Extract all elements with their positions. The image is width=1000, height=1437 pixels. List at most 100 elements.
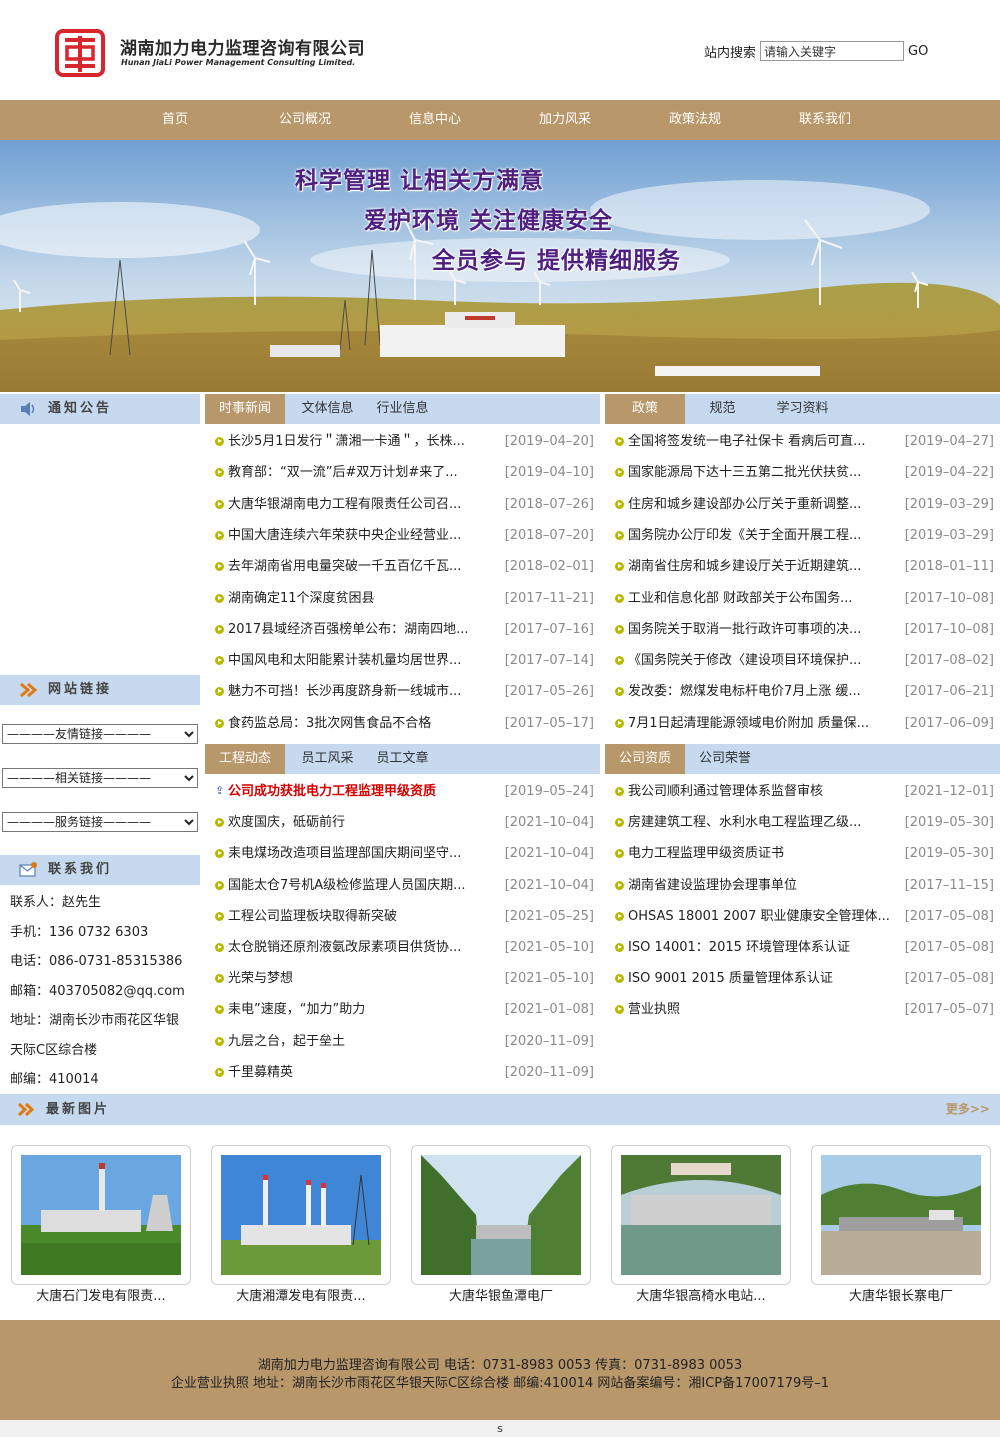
photo-card[interactable]	[611, 1145, 791, 1285]
list-item-title[interactable]: 全国将签发统一电子社保卡 看病后可直...	[628, 427, 866, 456]
list-item[interactable]: 大唐华银湖南电力工程有限责任公司召... [2018–07–26]	[205, 490, 600, 521]
list-item-title[interactable]: 发改委：燃煤发电标杆电价7月上涨 缓...	[628, 677, 861, 706]
list-item[interactable]: ⇪ 公司成功获批电力工程监理甲级资质 [2019–05–24]	[205, 777, 600, 808]
nav-item-policy[interactable]: 政策法规	[669, 100, 721, 140]
nav-item-info[interactable]: 信息中心	[409, 100, 461, 140]
list-item-title[interactable]: OHSAS 18001 2007 职业健康安全管理体...	[628, 902, 890, 931]
tab-project-news[interactable]: 工程动态	[205, 744, 285, 774]
tab-culture-news[interactable]: 文体信息	[285, 394, 370, 424]
search-input[interactable]	[760, 41, 905, 61]
photo-card[interactable]	[811, 1145, 991, 1285]
list-item[interactable]: 全国将签发统一电子社保卡 看病后可直... [2019–04–27]	[605, 427, 1000, 458]
photo-caption[interactable]: 大唐华银长寨电厂	[811, 1285, 991, 1304]
list-item[interactable]: 2017县域经济百强榜单公布：湖南四地... [2017–07–16]	[205, 615, 600, 646]
list-item[interactable]: ISO 9001 2015 质量管理体系认证 [2017–05–08]	[605, 964, 1000, 995]
list-item[interactable]: 国家能源局下达十三五第二批光伏扶贫... [2019–04–22]	[605, 458, 1000, 489]
tab-standards[interactable]: 规范	[685, 394, 760, 424]
tab-staff-style[interactable]: 员工风采	[285, 744, 370, 774]
list-item-title[interactable]: 去年湖南省用电量突破一千五百亿千瓦...	[228, 552, 461, 581]
list-item-title[interactable]: 光荣与梦想	[228, 964, 293, 993]
company-logo-icon[interactable]	[54, 28, 106, 78]
list-item[interactable]: 工程公司监理板块取得新突破 [2021–05–25]	[205, 902, 600, 933]
list-item[interactable]: 我公司顺利通过管理体系监督审核 [2021–12–01]	[605, 777, 1000, 808]
list-item-title[interactable]: 耒电”速度，“加力”助力	[228, 995, 365, 1024]
list-item[interactable]: OHSAS 18001 2007 职业健康安全管理体... [2017–05–08…	[605, 902, 1000, 933]
list-item-title[interactable]: 湖南省建设监理协会理事单位	[628, 871, 797, 900]
list-item-title[interactable]: 中国大唐连续六年荣获中央企业经营业...	[228, 521, 461, 550]
list-item-title[interactable]: 长沙5月1日发行＂潇湘一卡通＂，长株...	[228, 427, 465, 456]
list-item-title[interactable]: 魅力不可挡！长沙再度跻身新一线城市...	[228, 677, 461, 706]
list-item[interactable]: 住房和城乡建设部办公厅关于重新调整... [2019–03–29]	[605, 490, 1000, 521]
tab-qualifications[interactable]: 公司资质	[605, 744, 685, 774]
photo-card[interactable]	[411, 1145, 591, 1285]
list-item-title[interactable]: 《国务院关于修改〈建设项目环境保护...	[628, 646, 861, 675]
photos-more-link[interactable]: 更多>>	[946, 1094, 990, 1125]
list-item[interactable]: 营业执照 [2017–05–07]	[605, 995, 1000, 1026]
nav-item-contact[interactable]: 联系我们	[799, 100, 851, 140]
list-item[interactable]: 湖南确定11个深度贫困县 [2017–11–21]	[205, 584, 600, 615]
list-item[interactable]: 发改委：燃煤发电标杆电价7月上涨 缓... [2017–06–21]	[605, 677, 1000, 708]
list-item[interactable]: 欢度国庆，砥砺前行 [2021–10–04]	[205, 808, 600, 839]
list-item[interactable]: 国务院关于取消一批行政许可事项的决... [2017–10–08]	[605, 615, 1000, 646]
tab-policy[interactable]: 政策	[605, 394, 685, 424]
photo-caption[interactable]: 大唐石门发电有限责...	[11, 1285, 191, 1304]
list-item[interactable]: 食药监总局：3批次网售食品不合格 [2017–05–17]	[205, 709, 600, 740]
list-item-title[interactable]: 电力工程监理甲级资质证书	[628, 839, 784, 868]
list-item-title[interactable]: 太仓脱销还原剂液氨改尿素项目供货协...	[228, 933, 461, 962]
list-item-title[interactable]: 7月1日起清理能源领域电价附加 质量保...	[628, 709, 869, 738]
list-item-title[interactable]: 我公司顺利通过管理体系监督审核	[628, 777, 823, 806]
list-item-title[interactable]: 国务院关于取消一批行政许可事项的决...	[628, 615, 861, 644]
related-links-select[interactable]: ————相关链接————	[2, 768, 198, 788]
list-item-title[interactable]: 千里募精英	[228, 1058, 293, 1087]
nav-item-company[interactable]: 公司概况	[279, 100, 331, 140]
list-item[interactable]: 中国风电和太阳能累计装机量均居世界... [2017–07–14]	[205, 646, 600, 677]
list-item-title[interactable]: 工程公司监理板块取得新突破	[228, 902, 397, 931]
tab-industry-news[interactable]: 行业信息	[365, 394, 440, 424]
list-item[interactable]: 耒电”速度，“加力”助力 [2021–01–08]	[205, 995, 600, 1026]
list-item-title[interactable]: ISO 14001：2015 环境管理体系认证	[628, 933, 850, 962]
friend-links-select[interactable]: ————友情链接————	[2, 724, 198, 744]
list-item[interactable]: 耒电煤场改造项目监理部国庆期间坚守... [2021–10–04]	[205, 839, 600, 870]
photo-caption[interactable]: 大唐华银高椅水电站...	[611, 1285, 791, 1304]
list-item[interactable]: 湖南省住房和城乡建设厅关于近期建筑... [2018–01–11]	[605, 552, 1000, 583]
list-item[interactable]: 魅力不可挡！长沙再度跻身新一线城市... [2017–05–26]	[205, 677, 600, 708]
list-item-title[interactable]: 湖南确定11个深度贫困县	[228, 584, 375, 613]
list-item-title[interactable]: 耒电煤场改造项目监理部国庆期间坚守...	[228, 839, 461, 868]
list-item-title[interactable]: 公司成功获批电力工程监理甲级资质	[228, 777, 436, 806]
list-item-title[interactable]: 营业执照	[628, 995, 680, 1024]
list-item[interactable]: 国务院办公厅印发《关于全面开展工程... [2019–03–29]	[605, 521, 1000, 552]
list-item-title[interactable]: 九层之台，起于垒土	[228, 1027, 345, 1056]
tab-current-news[interactable]: 时事新闻	[205, 394, 285, 424]
nav-item-style[interactable]: 加力风采	[539, 100, 591, 140]
list-item[interactable]: 中国大唐连续六年荣获中央企业经营业... [2018–07–20]	[205, 521, 600, 552]
photo-card[interactable]	[211, 1145, 391, 1285]
list-item[interactable]: 湖南省建设监理协会理事单位 [2017–11–15]	[605, 871, 1000, 902]
list-item-title[interactable]: 教育部：“双一流”后#双万计划#来了...	[228, 458, 458, 487]
photo-caption[interactable]: 大唐湘潭发电有限责...	[211, 1285, 391, 1304]
list-item-title[interactable]: 湖南省住房和城乡建设厅关于近期建筑...	[628, 552, 861, 581]
list-item[interactable]: 长沙5月1日发行＂潇湘一卡通＂，长株... [2019–04–20]	[205, 427, 600, 458]
list-item-title[interactable]: 住房和城乡建设部办公厅关于重新调整...	[628, 490, 861, 519]
tab-staff-articles[interactable]: 员工文章	[365, 744, 440, 774]
tab-honors[interactable]: 公司荣誉	[685, 744, 765, 774]
list-item[interactable]: 房建建筑工程、水利水电工程监理乙级... [2019–05–30]	[605, 808, 1000, 839]
list-item-title[interactable]: 国务院办公厅印发《关于全面开展工程...	[628, 521, 861, 550]
list-item[interactable]: 7月1日起清理能源领域电价附加 质量保... [2017–06–09]	[605, 709, 1000, 740]
list-item-title[interactable]: 工业和信息化部 财政部关于公布国务...	[628, 584, 853, 613]
list-item[interactable]: 《国务院关于修改〈建设项目环境保护... [2017–08–02]	[605, 646, 1000, 677]
list-item-title[interactable]: 大唐华银湖南电力工程有限责任公司召...	[228, 490, 461, 519]
list-item-title[interactable]: ISO 9001 2015 质量管理体系认证	[628, 964, 833, 993]
list-item-title[interactable]: 中国风电和太阳能累计装机量均居世界...	[228, 646, 461, 675]
list-item[interactable]: ISO 14001：2015 环境管理体系认证 [2017–05–08]	[605, 933, 1000, 964]
list-item[interactable]: 国能太仓7号机A级检修监理人员国庆期... [2021–10–04]	[205, 871, 600, 902]
photo-caption[interactable]: 大唐华银鱼潭电厂	[411, 1285, 591, 1304]
list-item-title[interactable]: 国能太仓7号机A级检修监理人员国庆期...	[228, 871, 466, 900]
list-item-title[interactable]: 欢度国庆，砥砺前行	[228, 808, 345, 837]
photo-card[interactable]	[11, 1145, 191, 1285]
list-item[interactable]: 去年湖南省用电量突破一千五百亿千瓦... [2018–02–01]	[205, 552, 600, 583]
list-item[interactable]: 教育部：“双一流”后#双万计划#来了... [2019–04–10]	[205, 458, 600, 489]
list-item-title[interactable]: 房建建筑工程、水利水电工程监理乙级...	[628, 808, 861, 837]
nav-item-home[interactable]: 首页	[162, 100, 188, 140]
search-go-button[interactable]: GO	[908, 44, 928, 59]
service-links-select[interactable]: ————服务链接————	[2, 812, 198, 832]
